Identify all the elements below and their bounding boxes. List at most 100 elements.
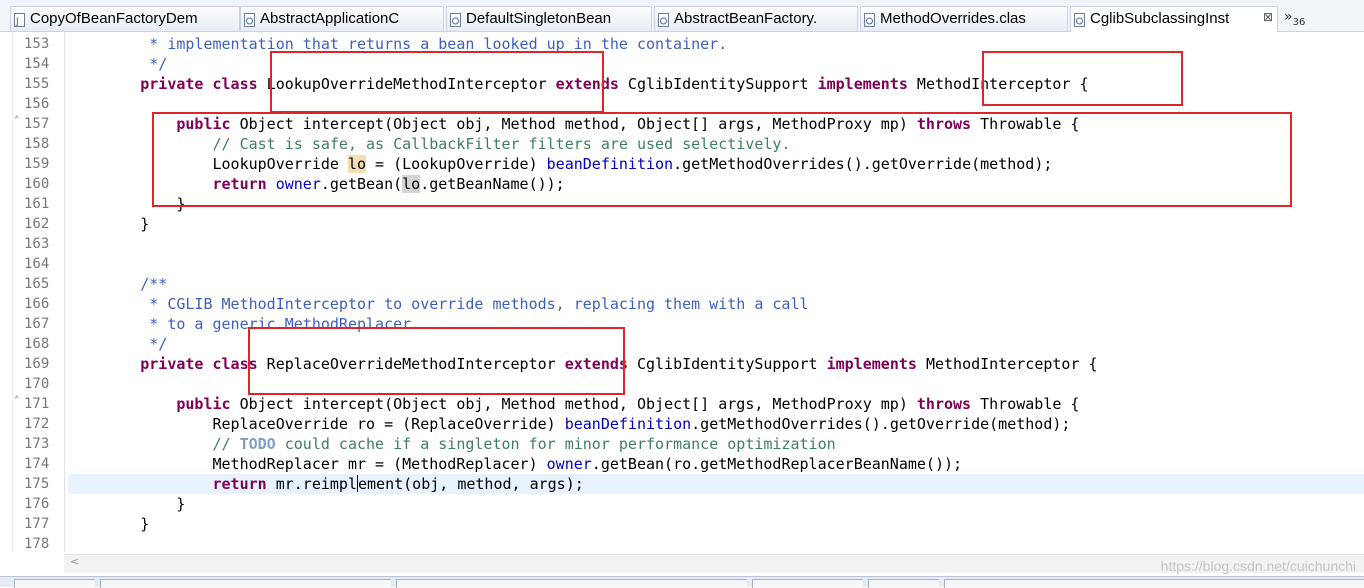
code-line[interactable]: 164 bbox=[0, 254, 1364, 274]
code-line[interactable]: 178 bbox=[0, 534, 1364, 554]
code-token: } bbox=[68, 495, 186, 513]
code-text: /** bbox=[68, 274, 167, 294]
line-number: 172 bbox=[24, 416, 50, 432]
code-line[interactable]: 174 MethodReplacer mr = (MethodReplacer)… bbox=[0, 454, 1364, 474]
line-number: 174 bbox=[24, 456, 50, 472]
tab-label: MethodOverrides.clas bbox=[880, 10, 1026, 27]
line-number: 168 bbox=[24, 336, 50, 352]
code-line[interactable]: 176 } bbox=[0, 494, 1364, 514]
tab-cglibsubclassinginstantiationstrategy[interactable]: CglibSubclassingInst ⊠ bbox=[1070, 6, 1278, 32]
code-line[interactable]: 172 ReplaceOverride ro = (ReplaceOverrid… bbox=[0, 414, 1364, 434]
code-token: implements bbox=[817, 75, 908, 93]
code-token: private bbox=[140, 75, 204, 93]
code-line[interactable]: 170 bbox=[0, 374, 1364, 394]
tab-label: DefaultSingletonBean bbox=[466, 10, 612, 27]
code-text: return mr.reimplement(obj, method, args)… bbox=[68, 474, 584, 494]
annotation-box-method-interceptor bbox=[982, 51, 1183, 106]
code-token: owner bbox=[546, 455, 592, 473]
code-token: Throwable { bbox=[971, 395, 1080, 413]
code-line[interactable]: 166 * CGLIB MethodInterceptor to overrid… bbox=[0, 294, 1364, 314]
code-editor[interactable]: 153 * implementation that returns a bean… bbox=[0, 32, 1364, 574]
code-text: } bbox=[68, 494, 185, 514]
code-token: mr.reimpl bbox=[266, 475, 357, 493]
code-line[interactable]: 169 private class ReplaceOverrideMethodI… bbox=[0, 354, 1364, 374]
more-tabs-button[interactable]: »36 bbox=[1284, 6, 1305, 28]
line-number: 175 bbox=[24, 476, 50, 492]
class-file-icon bbox=[658, 12, 670, 27]
annotation-box-lookup-class bbox=[270, 51, 604, 113]
editor-tab-bar: J CopyOfBeanFactoryDem AbstractApplicati… bbox=[0, 0, 1364, 32]
close-icon[interactable]: ⊠ bbox=[1263, 10, 1273, 24]
code-line[interactable]: ⌃ 171 public Object intercept(Object obj,… bbox=[0, 394, 1364, 414]
java-file-icon: J bbox=[14, 12, 26, 27]
class-file-icon bbox=[244, 12, 256, 27]
code-text: */ bbox=[68, 54, 167, 74]
line-number: 163 bbox=[24, 236, 50, 252]
code-token: MethodReplacer mr = (MethodReplacer) bbox=[68, 455, 547, 473]
code-line[interactable]: 177 } bbox=[0, 514, 1364, 534]
code-token: } bbox=[68, 215, 150, 233]
code-token: } bbox=[68, 515, 150, 533]
chevron-double-right-icon: » bbox=[1284, 9, 1293, 25]
status-segment bbox=[868, 579, 939, 588]
code-line[interactable]: 175 return mr.reimplement(obj, method, a… bbox=[0, 474, 1364, 494]
tab-label: AbstractApplicationC bbox=[260, 10, 400, 27]
code-token: could cache if a singleton for minor per… bbox=[275, 435, 836, 453]
tab-methodoverrides[interactable]: MethodOverrides.clas bbox=[860, 6, 1068, 31]
status-segment bbox=[14, 579, 95, 588]
line-number: 169 bbox=[24, 356, 50, 372]
code-text: */ bbox=[68, 334, 167, 354]
code-token: .getBean(ro.getMethodReplacerBeanName())… bbox=[591, 455, 963, 473]
line-number: 153 bbox=[24, 36, 50, 52]
code-line[interactable]: 163 bbox=[0, 234, 1364, 254]
tab-label: CglibSubclassingInst bbox=[1090, 10, 1230, 27]
tab-copyofbeanfactorydemo[interactable]: J CopyOfBeanFactoryDem bbox=[10, 6, 240, 31]
code-token: */ bbox=[68, 335, 168, 353]
tab-defaultsingletonbeanregistry[interactable]: DefaultSingletonBean bbox=[446, 6, 652, 31]
line-number: 160 bbox=[24, 176, 50, 192]
code-token: // bbox=[68, 435, 240, 453]
code-token: CglibIdentitySupport bbox=[618, 75, 818, 93]
tab-abstractapplicationcontext[interactable]: AbstractApplicationC bbox=[240, 6, 444, 31]
line-number: 178 bbox=[24, 536, 50, 552]
class-file-icon bbox=[1074, 12, 1086, 27]
class-file-icon bbox=[864, 12, 876, 27]
annotation-box-intercept-method bbox=[152, 112, 1292, 207]
code-token: ReplaceOverride ro = (ReplaceOverride) bbox=[68, 415, 565, 433]
code-line[interactable]: 165 /** bbox=[0, 274, 1364, 294]
code-token: throws bbox=[916, 395, 972, 413]
code-text: } bbox=[68, 214, 149, 234]
fold-marker-icon[interactable]: ⌃ bbox=[14, 115, 19, 125]
code-text: MethodReplacer mr = (MethodReplacer) own… bbox=[68, 454, 962, 474]
code-line[interactable]: 173 // TODO could cache if a singleton f… bbox=[0, 434, 1364, 454]
code-token: private bbox=[140, 355, 204, 373]
line-number: 165 bbox=[24, 276, 50, 292]
code-token: Object intercept(Object obj, Method meth… bbox=[230, 395, 917, 413]
code-line[interactable]: 168 */ bbox=[0, 334, 1364, 354]
line-number: 157 bbox=[24, 116, 50, 132]
code-token: ement(obj, method, args); bbox=[358, 475, 584, 493]
line-number: 162 bbox=[24, 216, 50, 232]
line-number: 164 bbox=[24, 256, 50, 272]
line-number: 166 bbox=[24, 296, 50, 312]
code-token: TODO bbox=[239, 435, 276, 453]
line-number: 167 bbox=[24, 316, 50, 332]
status-segment bbox=[396, 579, 747, 588]
code-text: } bbox=[68, 514, 149, 534]
scroll-left-icon[interactable]: < bbox=[70, 555, 79, 568]
line-number: 170 bbox=[24, 376, 50, 392]
status-segment bbox=[100, 579, 391, 588]
line-number: 171 bbox=[24, 396, 50, 412]
tab-abstractbeanfactory[interactable]: AbstractBeanFactory. bbox=[654, 6, 858, 31]
tab-label: CopyOfBeanFactoryDem bbox=[30, 10, 198, 27]
fold-marker-icon[interactable]: ⌃ bbox=[14, 395, 19, 405]
code-line[interactable]: 167 * to a generic MethodReplacer. bbox=[0, 314, 1364, 334]
line-number: 155 bbox=[24, 76, 50, 92]
line-number: 156 bbox=[24, 96, 50, 112]
code-text: // TODO could cache if a singleton for m… bbox=[68, 434, 836, 454]
code-line[interactable]: 162 } bbox=[0, 214, 1364, 234]
